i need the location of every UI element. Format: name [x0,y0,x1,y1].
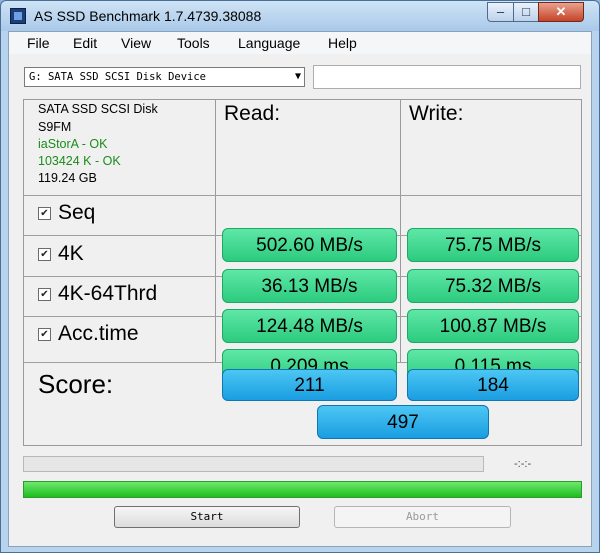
results-panel: SATA SSD SCSI Disk S9FM iaStorA - OK 103… [23,99,582,446]
path-field[interactable] [313,65,581,89]
drive-firmware: S9FM [38,120,72,134]
abort-button[interactable]: Abort [334,506,511,528]
start-button[interactable]: Start [114,506,300,528]
seq-write-value: 75.75 MB/s [407,228,579,262]
menu-help[interactable]: Help [328,35,357,51]
test-4k-label: 4K [58,242,84,265]
menu-edit[interactable]: Edit [73,35,97,51]
check-icon[interactable]: ✔ [38,288,51,301]
menu-bar: File Edit View Tools Language Help [9,32,591,54]
4k-read-value: 36.13 MB/s [222,269,397,303]
device-select[interactable]: G: SATA SSD SCSI Disk Device ▼ [24,67,305,87]
menu-view[interactable]: View [121,35,151,51]
total-score: 497 [317,405,489,439]
test-4k-64thrd-label: 4K-64Thrd [58,282,158,305]
write-header: Write: [409,102,464,125]
disk-benchmark-icon [10,8,26,24]
check-icon[interactable]: ✔ [38,328,51,341]
check-icon[interactable]: ✔ [38,207,51,220]
title-bar[interactable]: AS SSD Benchmark 1.7.4739.38088 – □ ✕ [1,1,599,31]
row-divider [24,195,581,196]
column-divider [215,100,216,363]
device-select-value: G: SATA SSD SCSI Disk Device [29,71,207,83]
app-window: AS SSD Benchmark 1.7.4739.38088 – □ ✕ Fi… [0,0,600,553]
menu-tools[interactable]: Tools [177,35,210,51]
4k64-write-value: 100.87 MB/s [407,309,579,343]
test-seq-label: Seq [58,201,96,224]
minimize-button[interactable]: – [487,2,514,22]
4k-write-value: 75.32 MB/s [407,269,579,303]
window-title: AS SSD Benchmark 1.7.4739.38088 [34,8,262,24]
menu-file[interactable]: File [27,35,50,51]
4k64-read-value: 124.48 MB/s [222,309,397,343]
chevron-down-icon[interactable]: ▼ [295,68,301,86]
alignment-status: 103424 K - OK [38,154,121,168]
test-progress-bar [23,456,484,472]
write-score: 184 [407,369,579,401]
check-icon[interactable]: ✔ [38,248,51,261]
test-4k[interactable]: ✔ 4K [38,242,198,269]
column-divider [400,100,401,363]
driver-status: iaStorA - OK [38,137,108,151]
menu-language[interactable]: Language [238,35,300,51]
test-acc-time-label: Acc.time [58,322,139,345]
close-button[interactable]: ✕ [538,2,584,22]
test-acc-time[interactable]: ✔ Acc.time [38,322,198,349]
elapsed-time: -:-:- [514,458,532,470]
client-area: File Edit View Tools Language Help G: SA… [8,31,592,547]
total-progress-fill [24,482,581,497]
read-header: Read: [224,102,281,125]
seq-read-value: 502.60 MB/s [222,228,397,262]
read-score: 211 [222,369,397,401]
test-seq[interactable]: ✔ Seq [38,201,198,228]
maximize-button[interactable]: □ [513,2,539,22]
drive-size: 119.24 GB [38,171,97,185]
drive-model: SATA SSD SCSI Disk [38,102,158,116]
test-4k-64thrd[interactable]: ✔ 4K-64Thrd [38,282,198,309]
score-label: Score: [38,369,114,399]
total-progress-bar [23,481,582,498]
